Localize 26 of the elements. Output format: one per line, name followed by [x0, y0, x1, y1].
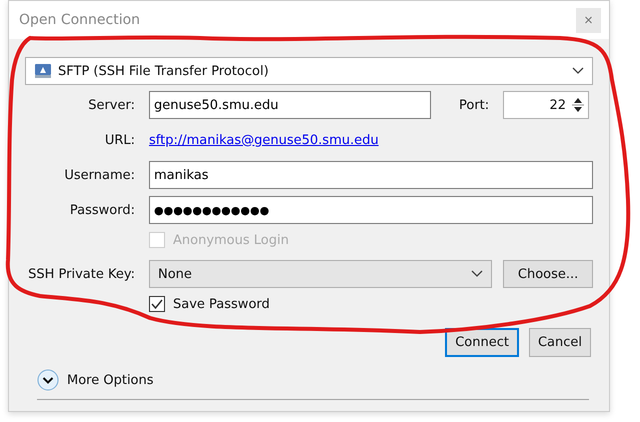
anonymous-login-label: Anonymous Login: [173, 232, 289, 248]
username-label: Username:: [63, 168, 135, 182]
server-field[interactable]: genuse50.smu.edu: [149, 91, 431, 119]
port-field[interactable]: 22: [503, 91, 589, 119]
url-link[interactable]: sftp://manikas@genuse50.smu.edu: [149, 132, 379, 148]
window-title: Open Connection: [19, 12, 140, 28]
port-label: Port:: [459, 98, 490, 112]
dialog-button[interactable]: Cancel: [528, 328, 591, 357]
private-key-label: SSH Private Key:: [27, 266, 135, 282]
chevron-down-icon: [572, 67, 584, 75]
protocol-dropdown[interactable]: SFTP (SSH File Transfer Protocol): [25, 57, 593, 85]
private-key-dropdown[interactable]: None: [149, 260, 492, 288]
password-field[interactable]: ●●●●●●●●●●●●: [149, 196, 593, 224]
checkbox[interactable]: [149, 296, 165, 312]
close-button[interactable]: ×: [576, 8, 601, 32]
username-field[interactable]: manikas: [149, 161, 593, 189]
save-password-label: Save Password: [173, 296, 270, 312]
chevron-down-circle-icon[interactable]: [37, 369, 59, 391]
url-label: URL:: [104, 132, 135, 148]
drive-icon: [34, 63, 52, 79]
password-label: Password:: [68, 202, 135, 218]
chevron-down-icon: [471, 270, 484, 278]
more-options-label[interactable]: More Options: [67, 372, 154, 388]
choose-button[interactable]: Choose...: [503, 260, 593, 288]
dialog-button[interactable]: Connect: [445, 328, 519, 357]
server-label: Server:: [87, 98, 135, 112]
